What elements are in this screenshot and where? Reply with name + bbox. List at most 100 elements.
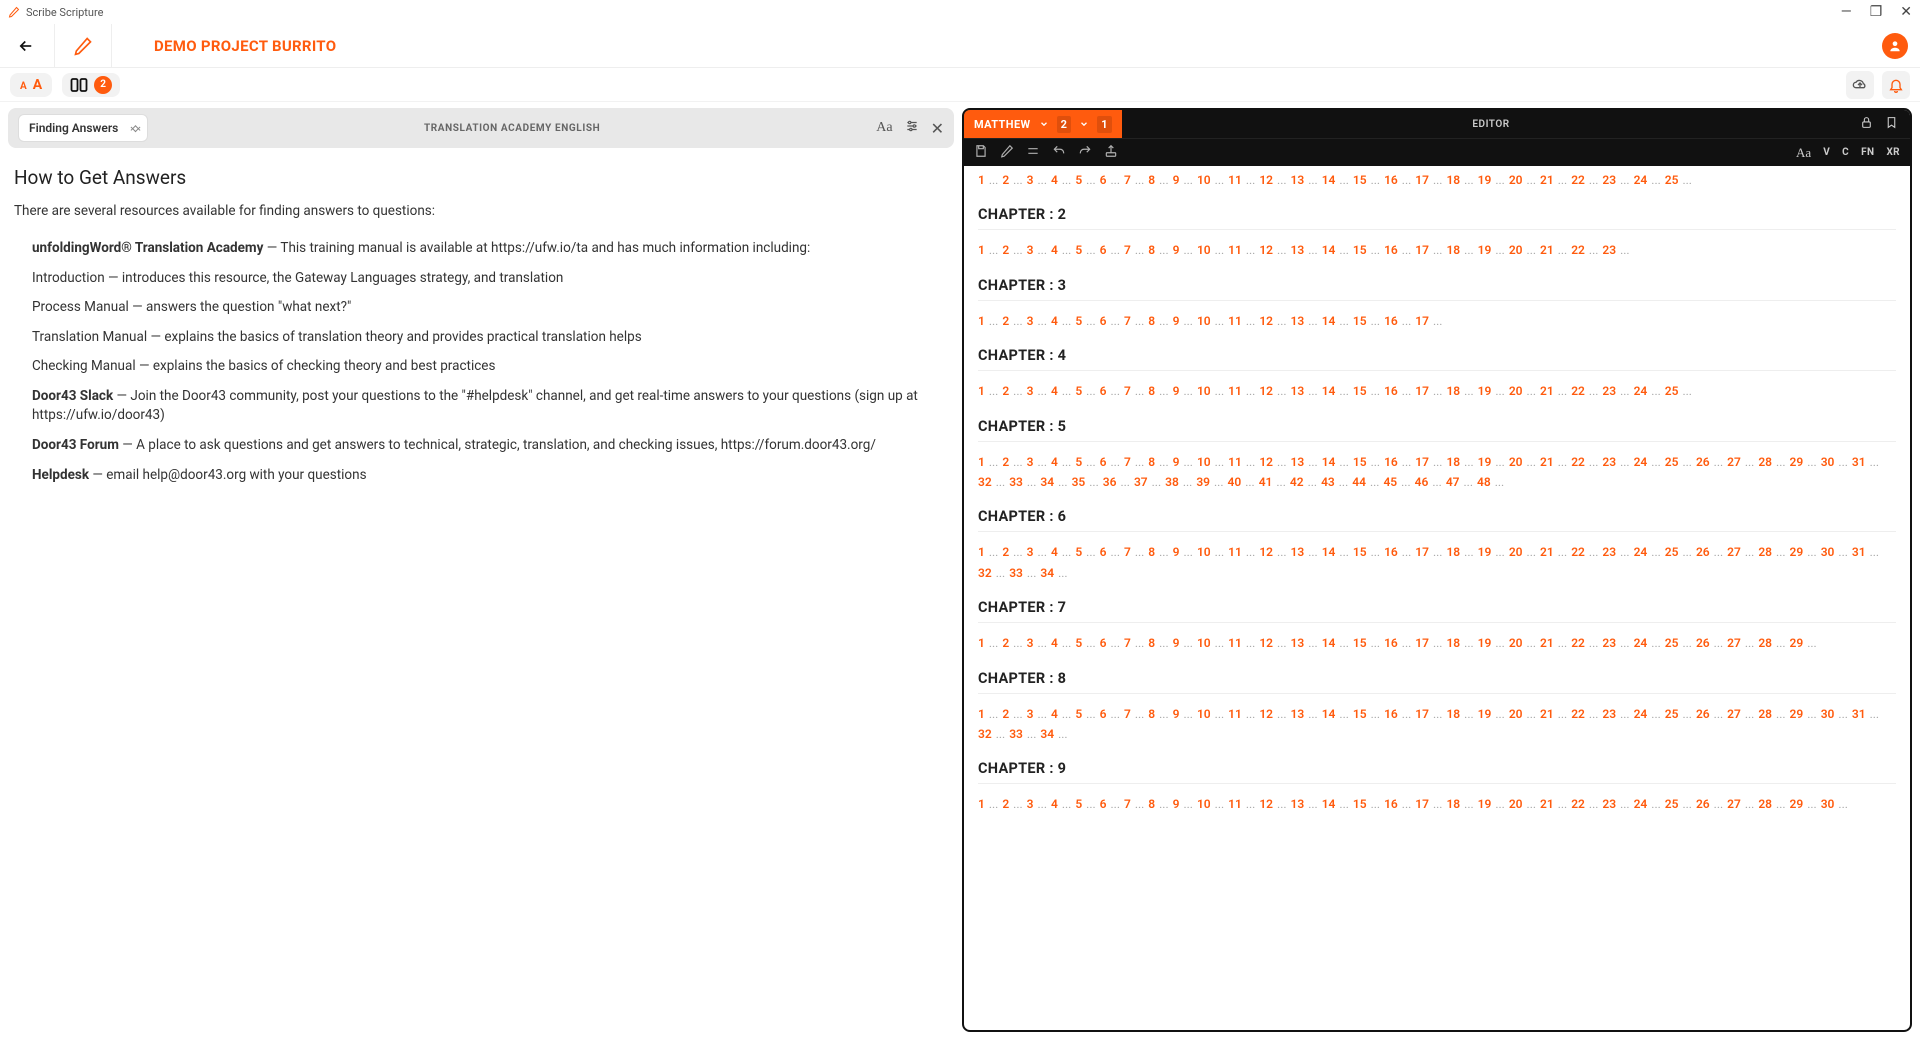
back-button[interactable]: [12, 32, 40, 60]
verse-link[interactable]: 22: [1571, 545, 1585, 559]
verse-link[interactable]: 9: [1173, 314, 1180, 328]
verse-link[interactable]: 42: [1290, 475, 1304, 489]
verse-link[interactable]: 17: [1415, 173, 1429, 187]
verse-link[interactable]: 25: [1665, 384, 1679, 398]
verse-link[interactable]: 8: [1148, 314, 1155, 328]
verse-link[interactable]: 27: [1727, 636, 1741, 650]
verse-link[interactable]: 40: [1228, 475, 1242, 489]
verse-link[interactable]: 10: [1197, 636, 1211, 650]
verse-link[interactable]: 32: [978, 475, 992, 489]
verse-link[interactable]: 36: [1103, 475, 1117, 489]
pen-icon[interactable]: [69, 32, 97, 60]
verse-link[interactable]: 27: [1727, 545, 1741, 559]
verse-link[interactable]: 14: [1322, 314, 1336, 328]
verse-link[interactable]: 9: [1173, 636, 1180, 650]
verse-link[interactable]: 12: [1259, 707, 1273, 721]
verse-link[interactable]: 6: [1100, 173, 1107, 187]
undo-icon[interactable]: [1052, 144, 1066, 161]
verse-link[interactable]: 1: [978, 173, 985, 187]
verse-link[interactable]: 16: [1384, 545, 1398, 559]
verse-link[interactable]: 10: [1197, 455, 1211, 469]
verse-link[interactable]: 28: [1758, 455, 1772, 469]
verse-link[interactable]: 13: [1291, 636, 1305, 650]
verse-link[interactable]: 12: [1259, 314, 1273, 328]
verse-link[interactable]: 12: [1259, 173, 1273, 187]
verse-link[interactable]: 21: [1540, 797, 1554, 811]
verse-link[interactable]: 3: [1027, 173, 1034, 187]
verse-link[interactable]: 8: [1148, 455, 1155, 469]
verse-link[interactable]: 32: [978, 566, 992, 580]
verse-link[interactable]: 13: [1291, 545, 1305, 559]
verse-link[interactable]: 11: [1228, 707, 1242, 721]
verse-link[interactable]: 6: [1100, 707, 1107, 721]
verse-link[interactable]: 14: [1322, 384, 1336, 398]
verse-link[interactable]: 19: [1478, 384, 1492, 398]
verse-link[interactable]: 14: [1322, 243, 1336, 257]
verse-link[interactable]: 10: [1197, 384, 1211, 398]
verse-link[interactable]: 22: [1571, 455, 1585, 469]
verse-link[interactable]: 19: [1478, 707, 1492, 721]
lock-icon[interactable]: [1860, 116, 1873, 132]
verse-link[interactable]: 25: [1665, 455, 1679, 469]
verse-link[interactable]: 1: [978, 384, 985, 398]
verse-link[interactable]: 13: [1291, 384, 1305, 398]
verse-link[interactable]: 13: [1291, 173, 1305, 187]
verse-link[interactable]: 7: [1124, 243, 1131, 257]
verse-link[interactable]: 20: [1509, 455, 1523, 469]
verse-link[interactable]: 16: [1384, 797, 1398, 811]
verse-link[interactable]: 1: [978, 243, 985, 257]
verse-link[interactable]: 41: [1259, 475, 1273, 489]
verse-link[interactable]: 12: [1259, 797, 1273, 811]
verse-link[interactable]: 16: [1384, 636, 1398, 650]
verse-link[interactable]: 14: [1322, 173, 1336, 187]
verse-link[interactable]: 23: [1602, 545, 1616, 559]
verse-link[interactable]: 10: [1197, 707, 1211, 721]
verse-link[interactable]: 11: [1228, 243, 1242, 257]
verse-link[interactable]: 9: [1173, 455, 1180, 469]
verse-link[interactable]: 25: [1665, 636, 1679, 650]
verse-link[interactable]: 2: [1002, 707, 1009, 721]
verse-link[interactable]: 2: [1002, 314, 1009, 328]
verse-link[interactable]: 14: [1322, 797, 1336, 811]
toggle-v[interactable]: V: [1823, 147, 1830, 158]
verse-link[interactable]: 10: [1197, 797, 1211, 811]
verse-link[interactable]: 31: [1852, 545, 1866, 559]
verse-link[interactable]: 15: [1353, 243, 1367, 257]
verse-link[interactable]: 28: [1758, 707, 1772, 721]
verse-link[interactable]: 5: [1075, 314, 1082, 328]
verse-link[interactable]: 34: [1040, 475, 1054, 489]
verse-link[interactable]: 16: [1384, 314, 1398, 328]
verse-link[interactable]: 18: [1446, 707, 1460, 721]
verse-link[interactable]: 45: [1383, 475, 1397, 489]
verse-link[interactable]: 29: [1790, 707, 1804, 721]
verse-link[interactable]: 5: [1075, 384, 1082, 398]
save-icon[interactable]: [974, 144, 988, 161]
verse-link[interactable]: 12: [1259, 384, 1273, 398]
verse-link[interactable]: 14: [1322, 707, 1336, 721]
verse-link[interactable]: 33: [1009, 566, 1023, 580]
verse-link[interactable]: 2: [1002, 455, 1009, 469]
verse-link[interactable]: 7: [1124, 636, 1131, 650]
verse-link[interactable]: 6: [1100, 455, 1107, 469]
verse-link[interactable]: 3: [1027, 636, 1034, 650]
verse-link[interactable]: 5: [1075, 636, 1082, 650]
verse-link[interactable]: 24: [1634, 707, 1648, 721]
verse-link[interactable]: 6: [1100, 384, 1107, 398]
verse-link[interactable]: 11: [1228, 545, 1242, 559]
verse-link[interactable]: 19: [1478, 173, 1492, 187]
verse-link[interactable]: 47: [1446, 475, 1460, 489]
verse-link[interactable]: 4: [1051, 384, 1058, 398]
verse-link[interactable]: 28: [1758, 545, 1772, 559]
verse-link[interactable]: 20: [1509, 636, 1523, 650]
verse-link[interactable]: 15: [1353, 797, 1367, 811]
verse-link[interactable]: 7: [1124, 707, 1131, 721]
verse-link[interactable]: 6: [1100, 243, 1107, 257]
verse-link[interactable]: 18: [1446, 384, 1460, 398]
verse-link[interactable]: 10: [1197, 173, 1211, 187]
verse-link[interactable]: 27: [1727, 455, 1741, 469]
toggle-c[interactable]: C: [1842, 147, 1849, 158]
book-chapter-selector[interactable]: MATTHEW 2 1: [964, 110, 1122, 138]
verse-link[interactable]: 14: [1322, 545, 1336, 559]
verse-link[interactable]: 43: [1321, 475, 1335, 489]
verse-link[interactable]: 3: [1027, 384, 1034, 398]
